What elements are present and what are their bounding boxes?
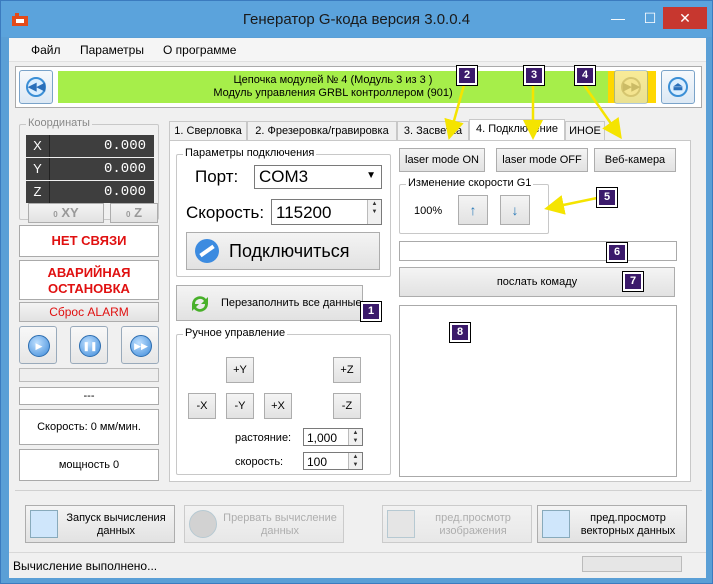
app-window: Генератор G-кода версия 3.0.0.4 — ☐ ✕ Фа… — [0, 0, 713, 584]
start-calculation-label: Запуск вычисления данных — [66, 512, 166, 537]
cancel-icon — [189, 510, 217, 538]
preview-image-label: пред.просмотр изображения — [435, 512, 511, 537]
status-progress-bar — [582, 556, 682, 572]
status-text: Вычисление выполнено... — [13, 559, 158, 573]
title-bar: Генератор G-кода версия 3.0.0.4 — ☐ ✕ — [1, 1, 712, 37]
annotation-badge-6: 6 — [606, 242, 628, 263]
maximize-button[interactable]: ☐ — [634, 7, 666, 29]
abort-calculation-button[interactable]: Прервать вычисление данных — [184, 505, 344, 543]
abort-calculation-label: Прервать вычисление данных — [223, 512, 337, 537]
annotation-badge-2: 2 — [456, 65, 478, 86]
client-area: Файл Параметры О программе ◀◀ Цепочка мо… — [9, 38, 706, 578]
preview-vector-label: пред.просмотр векторных данных — [580, 512, 676, 537]
annotation-badge-1: 1 — [360, 301, 382, 322]
minimize-button[interactable]: — — [602, 7, 634, 29]
refresh-icon — [30, 510, 58, 538]
annotation-badge-7: 7 — [622, 271, 644, 292]
image-preview-icon — [387, 510, 415, 538]
annotation-badge-8: 8 — [449, 322, 471, 343]
annotation-badge-3: 3 — [523, 65, 545, 86]
preview-vector-button[interactable]: пред.просмотр векторных данных — [537, 505, 687, 543]
close-button[interactable]: ✕ — [663, 7, 707, 29]
preview-image-button[interactable]: пред.просмотр изображения — [382, 505, 532, 543]
annotation-badge-4: 4 — [574, 65, 596, 86]
start-calculation-button[interactable]: Запуск вычисления данных — [25, 505, 175, 543]
status-bar: Вычисление выполнено... — [9, 552, 706, 578]
annotation-badge-5: 5 — [596, 187, 618, 208]
vector-preview-icon — [542, 510, 570, 538]
